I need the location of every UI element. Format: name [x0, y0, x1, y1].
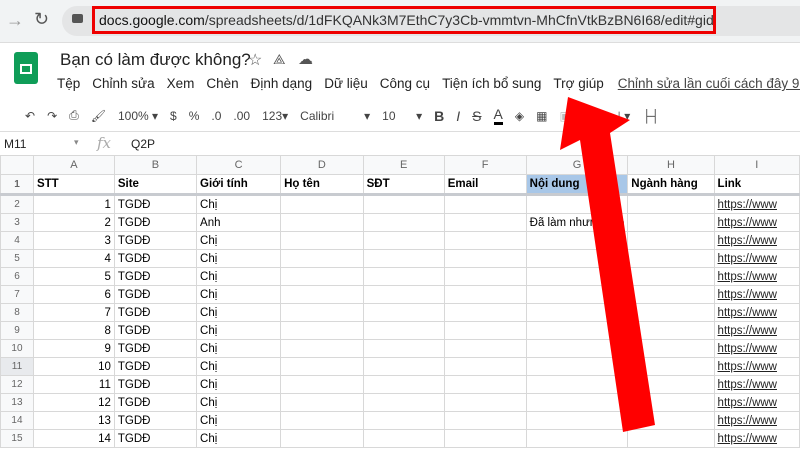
- red-arrow-annotation: [560, 97, 655, 432]
- arrow-shape: [560, 97, 655, 432]
